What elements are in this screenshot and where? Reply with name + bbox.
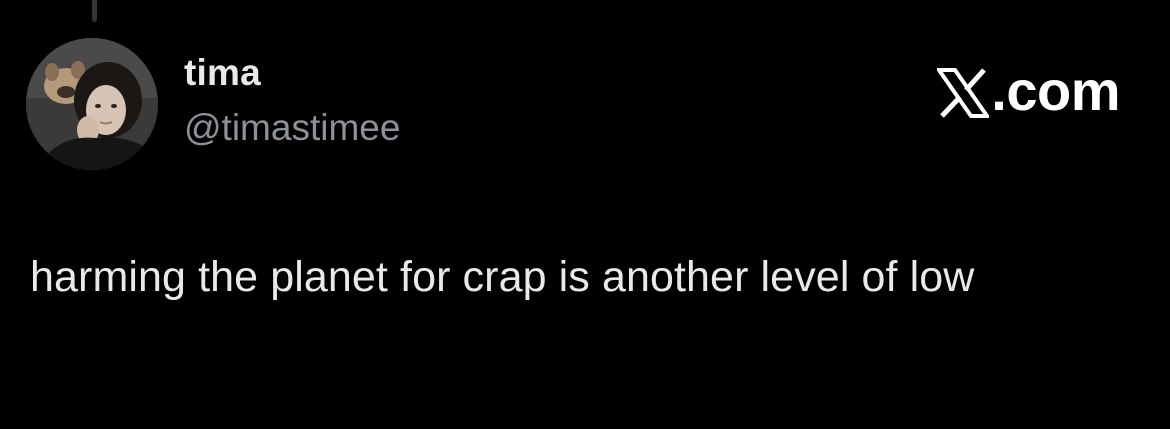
brand-domain-suffix: .com [991, 59, 1120, 122]
author-handle[interactable]: @timastimee [184, 107, 400, 149]
author-display-name[interactable]: tima [184, 52, 261, 94]
x-logo-icon [935, 66, 992, 118]
avatar-photo-icon [26, 38, 158, 170]
tweet-text: harming the planet for crap is another l… [30, 253, 975, 301]
thread-connector-line [92, 0, 97, 22]
avatar[interactable] [26, 38, 158, 170]
x-com-watermark: .com [935, 58, 1120, 123]
